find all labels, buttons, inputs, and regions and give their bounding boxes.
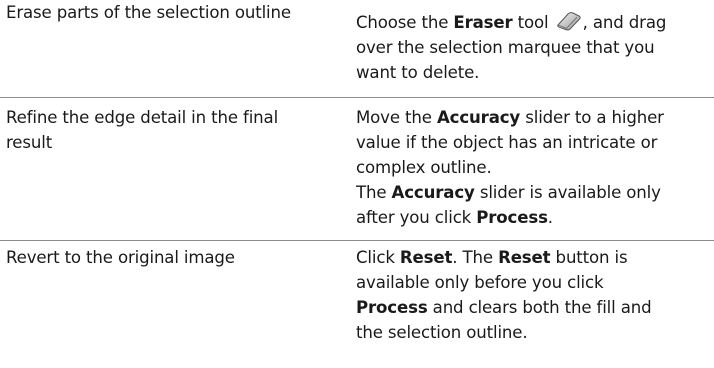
text-run: The [356, 183, 392, 202]
description-line: The Accuracy slider is available only [356, 180, 710, 205]
bold-term-eraser: Eraser [453, 13, 513, 32]
task-cell-refine: Refine the edge detail in the final resu… [6, 105, 342, 155]
text-run: after you click [356, 208, 477, 227]
text-run: Click [356, 248, 400, 267]
eraser-icon [556, 11, 582, 31]
text-run: slider is available only [474, 183, 661, 202]
bold-term-process: Process [476, 208, 548, 227]
row-divider [0, 97, 714, 98]
description-cell-erase: Choose the Eraser tool , and drag over t… [356, 10, 710, 85]
text-run: slider to a higher [520, 108, 664, 127]
description-line: after you click Process. [356, 205, 710, 230]
bold-term-reset: Reset [498, 248, 551, 267]
description-line: over the selection marquee that you [356, 38, 655, 57]
bold-term-process: Process [356, 298, 428, 317]
row-divider [0, 240, 714, 241]
text-run: Move the [356, 108, 437, 127]
task-line: Refine the edge detail in the final [6, 108, 279, 127]
instruction-table: Erase parts of the selection outline Cho… [0, 0, 714, 368]
description-line: want to delete. [356, 63, 480, 82]
description-cell-revert: Click Reset. The Reset button is availab… [356, 245, 710, 345]
task-cell-revert: Revert to the original image [6, 245, 342, 270]
text-run: Choose the [356, 13, 454, 32]
description-line: value if the object has an intricate or [356, 133, 658, 152]
task-cell-erase: Erase parts of the selection outline [6, 0, 342, 25]
text-run: and clears both the fill and [427, 298, 652, 317]
bold-term-accuracy: Accuracy [436, 108, 521, 127]
text-run: , and drag [582, 13, 667, 32]
text-run: . [547, 208, 553, 227]
bold-term-reset: Reset [399, 248, 453, 267]
task-line: Erase parts of the selection outline [6, 3, 291, 22]
description-line: Process and clears both the fill and [356, 295, 710, 320]
description-line: available only before you click [356, 273, 604, 292]
description-cell-refine: Move the Accuracy slider to a higher val… [356, 105, 710, 230]
task-line: Revert to the original image [6, 248, 235, 267]
description-line: Choose the Eraser tool , and drag [356, 10, 710, 35]
description-line: the selection outline. [356, 323, 528, 342]
text-run: tool [512, 13, 554, 32]
description-line: complex outline. [356, 158, 492, 177]
description-line: Click Reset. The Reset button is [356, 245, 710, 270]
text-run: . The [452, 248, 499, 267]
description-line: Move the Accuracy slider to a higher [356, 105, 710, 130]
task-line: result [6, 133, 53, 152]
text-run: button is [550, 248, 628, 267]
bold-term-accuracy: Accuracy [391, 183, 475, 202]
